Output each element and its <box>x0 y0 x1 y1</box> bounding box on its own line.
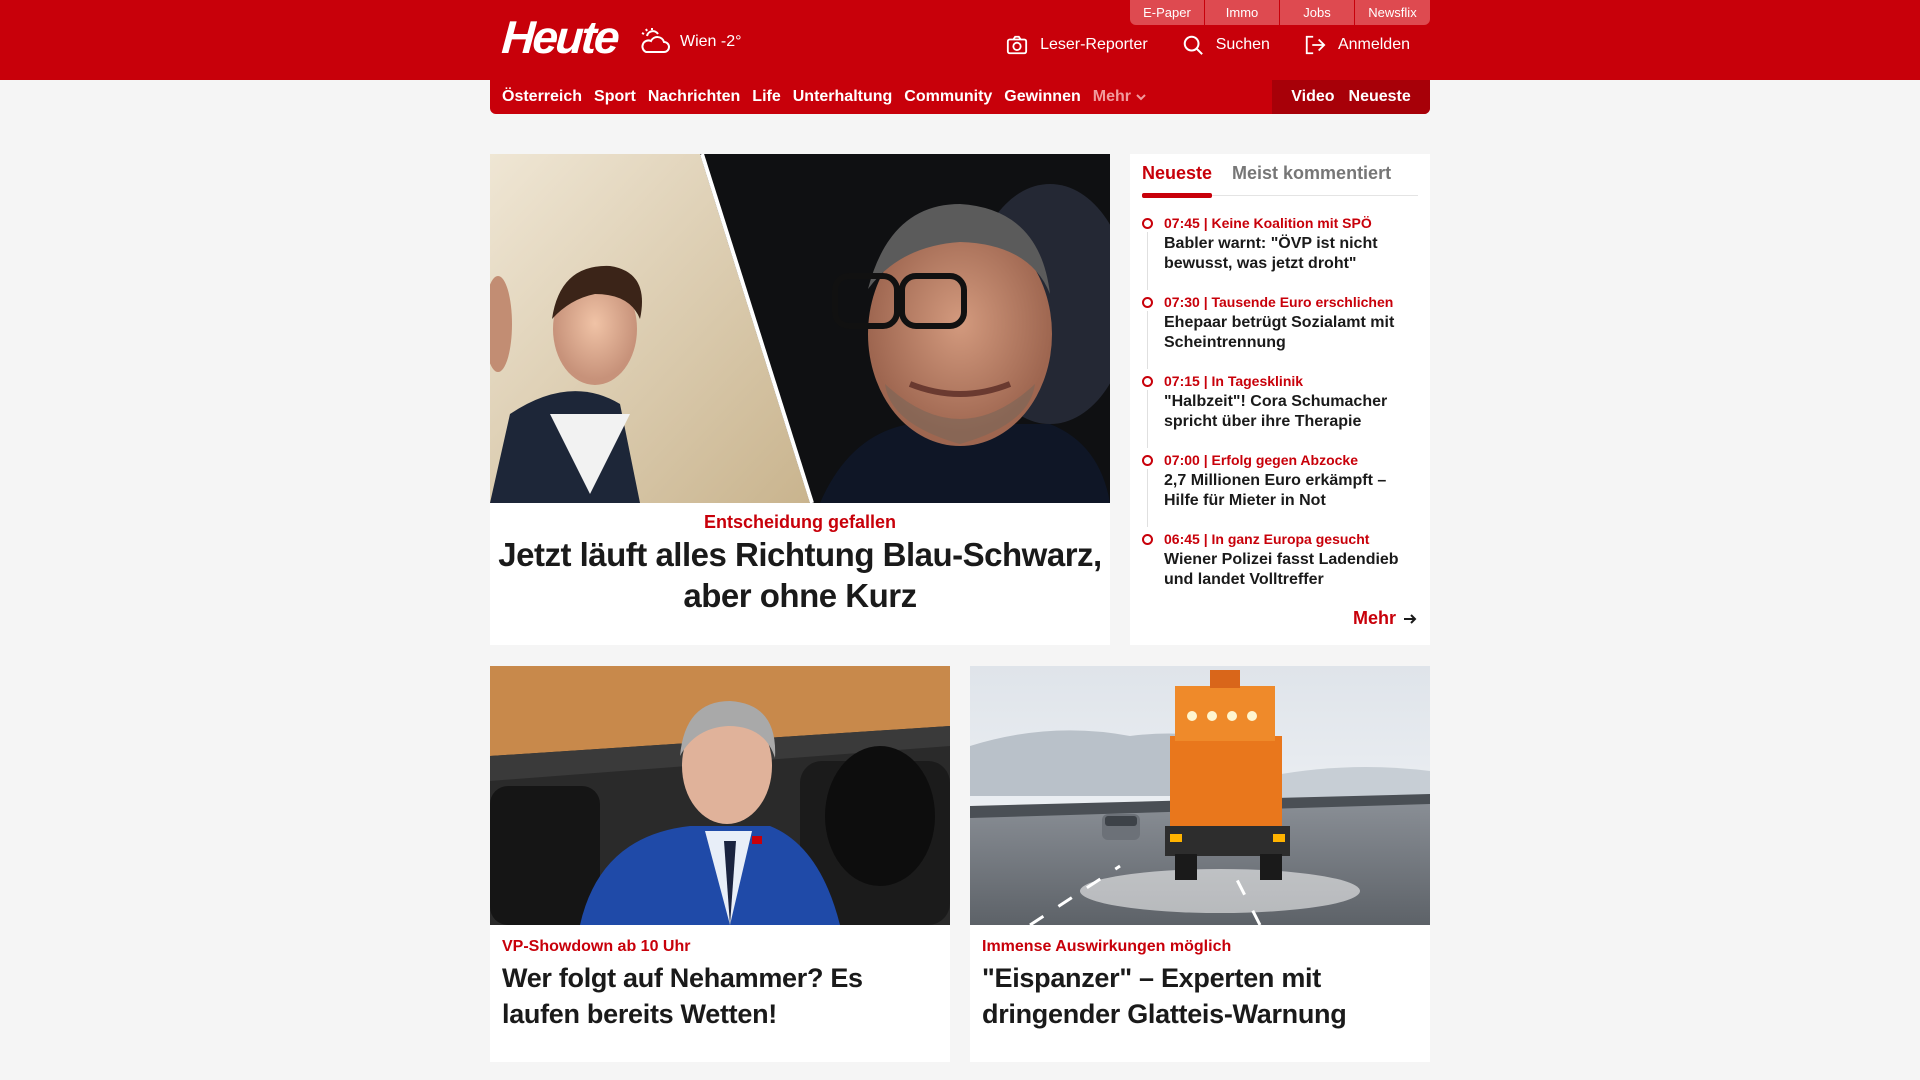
timeline-dot-icon <box>1142 218 1153 229</box>
tab-meist-kommentiert[interactable]: Meist kommentiert <box>1232 162 1391 196</box>
timeline-dot-icon <box>1142 455 1153 466</box>
nav-item-gewinnen[interactable]: Gewinnen <box>1004 88 1080 106</box>
nav-item-unterhaltung[interactable]: Unterhaltung <box>793 88 893 106</box>
list-item[interactable]: 07:15 | In Tagesklinik "Halbzeit"! Cora … <box>1142 372 1424 451</box>
news-meta: 07:00 | Erfolg gegen Abzocke <box>1164 452 1359 468</box>
hero-kicker: Entscheidung gefallen <box>703 512 897 532</box>
article-card[interactable]: Immense Auswirkungen möglich "Eispanzer"… <box>970 666 1430 1062</box>
utility-tab-epaper[interactable]: E-Paper <box>1130 0 1205 25</box>
news-sidebar: Neueste Meist kommentiert 07:45 | Keine … <box>1130 154 1430 645</box>
nav-right-group: Video Neueste <box>1272 80 1430 114</box>
list-item[interactable]: 07:45 | Keine Koalition mit SPÖ Babler w… <box>1142 214 1424 293</box>
nav-more-label: Mehr <box>1092 88 1131 105</box>
list-item[interactable]: 07:30 | Tausende Euro erschlichen Ehepaa… <box>1142 293 1424 372</box>
article-image <box>490 666 950 925</box>
header-container: Heute Wien -2° E-Paper Immo Jobs Newsfli… <box>490 0 1430 80</box>
news-title[interactable]: Wiener Polizei fasst Ladendieb und lande… <box>1164 550 1424 590</box>
card-kicker: VP-Showdown ab 10 Uhr <box>502 938 691 955</box>
nav-item-oesterreich[interactable]: Österreich <box>502 88 582 106</box>
news-meta: 07:15 | In Tagesklinik <box>1164 373 1304 389</box>
news-list: 07:45 | Keine Koalition mit SPÖ Babler w… <box>1142 214 1424 609</box>
news-title[interactable]: "Halbzeit"! Cora Schumacher spricht über… <box>1164 392 1424 432</box>
chevron-down-icon <box>1136 94 1146 101</box>
camera-icon <box>1006 35 1028 55</box>
timeline-dot-icon <box>1142 297 1153 308</box>
nav-more-dropdown[interactable]: Mehr <box>1093 88 1147 106</box>
header-actions: Leser-Reporter Suchen Anmelden <box>1006 34 1410 56</box>
timeline-line <box>1147 311 1148 369</box>
news-meta: 07:45 | Keine Koalition mit SPÖ <box>1164 215 1372 231</box>
nav-item-video[interactable]: Video <box>1291 88 1334 106</box>
nav-items: Österreich Sport Nachrichten Life Unterh… <box>502 80 1147 114</box>
cloud-sun-icon <box>641 28 670 53</box>
utility-tab-immo[interactable]: Immo <box>1205 0 1280 25</box>
card-title[interactable]: Wer folgt auf Nehammer? Es laufen bereit… <box>502 960 938 1032</box>
sidebar-more-link[interactable]: Mehr <box>1353 608 1418 629</box>
utility-tabs: E-Paper Immo Jobs Newsflix <box>1130 0 1430 25</box>
news-title[interactable]: Ehepaar betrügt Sozialamt mit Scheintren… <box>1164 313 1424 353</box>
top-header: Heute Wien -2° E-Paper Immo Jobs Newsfli… <box>0 0 1920 80</box>
nav-item-life[interactable]: Life <box>752 88 780 106</box>
news-meta: 06:45 | In ganz Europa gesucht <box>1164 531 1370 547</box>
article-card[interactable]: VP-Showdown ab 10 Uhr Wer folgt auf Neha… <box>490 666 950 1062</box>
timeline-dot-icon <box>1142 376 1153 387</box>
list-item[interactable]: 06:45 | In ganz Europa gesucht Wiener Po… <box>1142 530 1424 609</box>
sidebar-tabs: Neueste Meist kommentiert <box>1142 162 1418 198</box>
hero-article[interactable]: Entscheidung gefallen Jetzt läuft alles … <box>490 154 1110 645</box>
list-item[interactable]: 07:00 | Erfolg gegen Abzocke 2,7 Million… <box>1142 451 1424 530</box>
nav-item-sport[interactable]: Sport <box>594 88 636 106</box>
heute-logo[interactable]: Heute <box>500 11 619 63</box>
weather-widget[interactable]: Wien -2° <box>638 27 742 57</box>
tab-neueste[interactable]: Neueste <box>1142 162 1213 198</box>
utility-tab-jobs[interactable]: Jobs <box>1280 0 1355 25</box>
hero-image <box>490 154 1110 503</box>
article-image <box>970 666 1430 925</box>
timeline-line <box>1147 469 1148 527</box>
search-icon <box>1183 35 1203 55</box>
nav-item-neueste[interactable]: Neueste <box>1349 88 1411 106</box>
utility-tab-newsflix[interactable]: Newsflix <box>1355 0 1430 25</box>
nav-item-nachrichten[interactable]: Nachrichten <box>648 88 740 106</box>
login-icon <box>1305 35 1326 55</box>
card-title[interactable]: "Eispanzer" – Experten mit dringender Gl… <box>982 960 1418 1032</box>
main-nav: Österreich Sport Nachrichten Life Unterh… <box>490 80 1430 114</box>
news-meta: 07:30 | Tausende Euro erschlichen <box>1164 294 1394 310</box>
search-label: Suchen <box>1215 36 1270 53</box>
nav-item-community[interactable]: Community <box>904 88 992 106</box>
login-label: Anmelden <box>1337 36 1410 53</box>
arrow-right-icon <box>1404 613 1417 624</box>
timeline-dot-icon <box>1142 534 1153 545</box>
login-button[interactable]: Anmelden <box>1304 34 1410 56</box>
search-button[interactable]: Suchen <box>1182 34 1270 56</box>
sidebar-more-label: Mehr <box>1352 608 1396 628</box>
news-title[interactable]: 2,7 Millionen Euro erkämpft – Hilfe für … <box>1164 471 1424 511</box>
timeline-line <box>1147 232 1148 290</box>
hero-title[interactable]: Jetzt läuft alles Richtung Blau-Schwarz,… <box>490 534 1110 616</box>
news-title[interactable]: Babler warnt: "ÖVP ist nicht bewusst, wa… <box>1164 234 1424 274</box>
leser-reporter-button[interactable]: Leser-Reporter <box>1006 34 1148 56</box>
weather-text: Wien -2° <box>680 33 742 50</box>
card-kicker: Immense Auswirkungen möglich <box>982 938 1232 955</box>
timeline-line <box>1147 390 1148 448</box>
leser-reporter-label: Leser-Reporter <box>1040 36 1148 53</box>
